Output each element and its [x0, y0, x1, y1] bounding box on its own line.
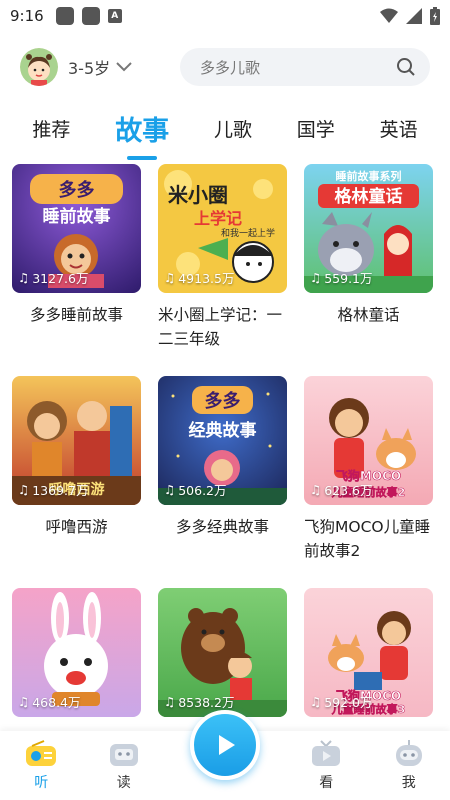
album-cover[interactable]: 飞狗MOCO 儿童睡前故事3 ♫ 592.0万 [304, 588, 433, 717]
play-icon [219, 735, 235, 755]
svg-text:格林童话: 格林童话 [335, 186, 403, 207]
play-count: ♫ 623.6万 [310, 482, 373, 498]
search-bar[interactable]: 多多儿歌 [180, 48, 430, 86]
svg-text:和我一起上学: 和我一起上学 [221, 227, 275, 239]
category-tabs: 推荐 故事 儿歌 国学 英语 [0, 104, 450, 152]
tv-icon [312, 740, 341, 766]
headphone-icon: ♫ [164, 270, 176, 285]
nav-read[interactable]: 读 [94, 740, 154, 792]
svg-text:多多: 多多 [205, 390, 241, 412]
album-cover[interactable]: 呼噜西游 ♫ 1369.7万 [12, 376, 141, 505]
play-count: ♫ 506.2万 [164, 482, 227, 498]
svg-text:经典故事: 经典故事 [189, 420, 257, 441]
play-count: ♫ 592.0万 [310, 694, 373, 710]
nav-listen-label: 听 [34, 775, 49, 791]
nav-me-label: 我 [401, 775, 416, 791]
album-cover[interactable]: 睡前故事系列 格林童话 ♫ 559.1万 [304, 164, 433, 293]
album-card[interactable]: 多多 睡前故事 ♫ 3127.6万 多多睡前故事 [12, 164, 141, 376]
play-count: ♫ 468.4万 [18, 694, 81, 710]
album-card[interactable]: 睡前故事系列 格林童话 ♫ 559.1万 格林童话 [304, 164, 433, 376]
play-count: ♫ 8538.2万 [164, 694, 235, 710]
play-count: ♫ 4913.5万 [164, 270, 235, 286]
album-card[interactable]: ♫ 468.4万 [12, 588, 141, 718]
album-card[interactable]: 多多 经典故事 ♫ 506.2万 多多经典故事 [158, 376, 287, 588]
book-robot-icon [109, 744, 138, 766]
nav-watch[interactable]: 看 [296, 740, 356, 792]
tab-recommend[interactable]: 推荐 [28, 115, 74, 142]
tab-stories[interactable]: 故事 [111, 109, 173, 148]
svg-text:多多: 多多 [59, 179, 95, 201]
album-title: 呼噜西游 [45, 518, 108, 536]
wifi-icon [380, 8, 398, 23]
headphone-icon: ♫ [18, 694, 30, 709]
nav-me[interactable]: 我 [379, 740, 439, 792]
tab-english[interactable]: 英语 [376, 115, 422, 142]
play-count: ♫ 559.1万 [310, 270, 373, 286]
album-title: 米小圈上学记：一二三年级 [158, 306, 283, 348]
album-card[interactable]: 飞狗MOCO 儿童睡前故事2 ♫ 623.6万 飞狗MOCO儿童睡前故事2 [304, 376, 433, 588]
album-cover[interactable]: 多多 经典故事 ♫ 506.2万 [158, 376, 287, 505]
album-title: 飞狗MOCO儿童睡前故事2 [304, 518, 431, 560]
notification-icon [81, 7, 100, 25]
album-card[interactable]: 飞狗MOCO 儿童睡前故事3 ♫ 592.0万 [304, 588, 433, 718]
tab-songs[interactable]: 儿歌 [210, 115, 256, 142]
age-selector[interactable]: 3-5岁 [68, 55, 132, 79]
album-cover[interactable]: ♫ 468.4万 [12, 588, 141, 717]
svg-text:米小圈: 米小圈 [168, 183, 228, 207]
album-card[interactable]: 米小圈 上学记 和我一起上学 ♫ 4913.5万 米小圈上学记：一二三年级 [158, 164, 287, 376]
svg-text:睡前故事: 睡前故事 [43, 206, 111, 227]
chevron-down-icon [116, 62, 132, 72]
headphone-icon: ♫ [18, 270, 30, 285]
tab-classics[interactable]: 国学 [293, 115, 339, 142]
album-cover[interactable]: 飞狗MOCO 儿童睡前故事2 ♫ 623.6万 [304, 376, 433, 505]
album-cover[interactable]: 多多 睡前故事 ♫ 3127.6万 [12, 164, 141, 293]
headphone-icon: ♫ [164, 694, 176, 709]
album-grid: 多多 睡前故事 ♫3127.6万 多多睡前故事 米小圈 上学记 和我一起上学 [12, 164, 438, 718]
play-count: ♫ 3127.6万 [18, 270, 89, 286]
signal-icon [406, 8, 422, 24]
avatar[interactable] [20, 48, 58, 86]
headphone-icon: ♫ [310, 482, 322, 497]
radio-icon [26, 740, 57, 766]
status-time: 9:16 [10, 7, 44, 25]
album-cover[interactable]: 米小圈 上学记 和我一起上学 ♫ 4913.5万 [158, 164, 287, 293]
album-card[interactable]: 呼噜西游 ♫ 1369.7万 呼噜西游 [12, 376, 141, 588]
headphone-icon: ♫ [18, 482, 30, 497]
headphone-icon: ♫ [164, 482, 176, 497]
nav-read-label: 读 [116, 775, 131, 791]
header: 3-5岁 多多儿歌 [0, 44, 450, 90]
nav-listen[interactable]: 听 [11, 740, 71, 792]
album-cover[interactable]: ♫ 8538.2万 [158, 588, 287, 717]
headphone-icon: ♫ [310, 270, 322, 285]
nav-watch-label: 看 [319, 775, 334, 791]
age-label: 3-5岁 [68, 59, 111, 78]
search-icon[interactable] [396, 57, 416, 77]
status-bar: 9:16 A [0, 0, 450, 32]
svg-text:睡前故事系列: 睡前故事系列 [336, 169, 402, 183]
play-button[interactable] [190, 710, 260, 780]
notification-icon [55, 7, 74, 25]
headphone-icon: ♫ [310, 694, 322, 709]
album-title: 多多经典故事 [175, 518, 269, 536]
album-card[interactable]: ♫ 8538.2万 [158, 588, 287, 718]
search-placeholder: 多多儿歌 [200, 58, 261, 77]
robot-profile-icon [395, 740, 422, 766]
svg-text:上学记: 上学记 [194, 209, 242, 228]
album-title: 格林童话 [337, 306, 400, 324]
battery-icon [430, 7, 440, 25]
play-count: ♫ 1369.7万 [18, 482, 89, 498]
app-notification-icon: A [107, 9, 122, 23]
album-title: 多多睡前故事 [29, 306, 123, 324]
